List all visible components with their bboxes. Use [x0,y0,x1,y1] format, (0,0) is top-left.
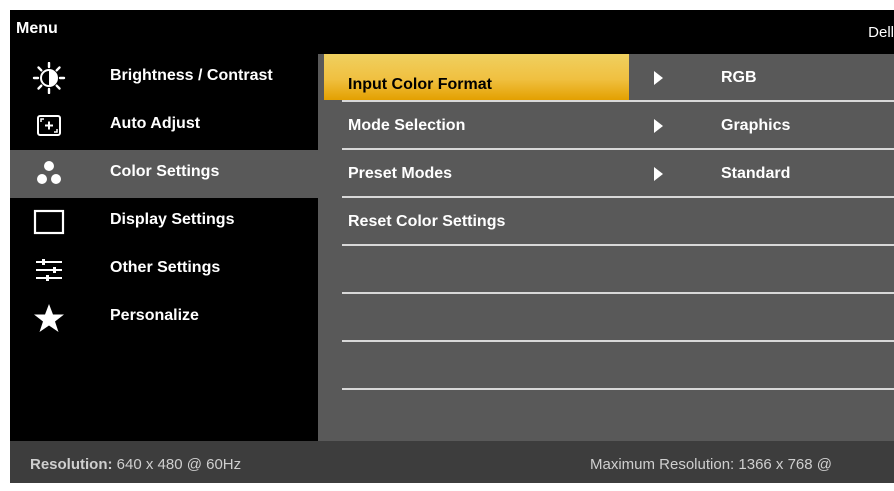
monitor-osd-screenshot: Menu Dell Brightness / Contrast Auto Adj… [0,0,894,491]
auto-adjust-icon [32,110,66,142]
row-value: RGB [721,69,757,86]
sidebar-item-label: Brightness / Contrast [110,67,273,84]
resolution-value: 640 x 480 @ 60Hz [116,456,242,473]
sliders-icon [32,254,66,286]
row-mode-selection[interactable]: Mode Selection Graphics [318,102,894,150]
chevron-right-icon [654,71,663,85]
title-bar: Menu Dell [10,10,894,54]
sidebar-item-brightness-contrast[interactable]: Brightness / Contrast [10,54,318,102]
row-label: Mode Selection [348,117,466,134]
osd-menu: Menu Dell Brightness / Contrast Auto Adj… [10,10,894,483]
row-value: Standard [721,165,791,182]
row-empty [318,246,894,294]
sidebar-item-label: Auto Adjust [110,115,201,132]
sidebar-item-label: Personalize [110,307,199,324]
row-reset-color-settings[interactable]: Reset Color Settings [318,198,894,246]
submenu-panel: Input Color Format RGB Mode Selection Gr… [318,54,894,441]
row-label: Input Color Format [348,76,492,93]
sidebar-item-personalize[interactable]: Personalize [10,294,318,342]
max-resolution: Maximum Resolution: 1366 x 768 @ [590,456,833,473]
row-empty [318,294,894,342]
row-empty [318,342,894,390]
status-footer: Resolution: 640 x 480 @ 60Hz Maximum Res… [10,441,894,483]
row-input-color-format[interactable]: Input Color Format RGB [318,54,894,102]
display-icon [32,206,66,238]
row-label: Preset Modes [348,165,453,182]
resolution-label: Resolution: [30,456,113,473]
sidebar-item-other-settings[interactable]: Other Settings [10,246,318,294]
sidebar-item-auto-adjust[interactable]: Auto Adjust [10,102,318,150]
color-dots-icon [32,158,66,190]
chevron-right-icon [654,167,663,181]
sidebar: Brightness / Contrast Auto Adjust Color … [10,54,318,441]
sidebar-item-label: Color Settings [110,163,220,180]
resolution-readout: Resolution: 640 x 480 @ 60Hz [30,456,241,473]
sidebar-item-display-settings[interactable]: Display Settings [10,198,318,246]
brightness-icon [32,62,66,94]
row-preset-modes[interactable]: Preset Modes Standard [318,150,894,198]
chevron-right-icon [654,119,663,133]
row-value: Graphics [721,117,791,134]
sidebar-item-color-settings[interactable]: Color Settings [10,150,318,198]
row-label: Reset Color Settings [348,213,506,230]
sidebar-item-label: Display Settings [110,211,235,228]
menu-title: Menu [16,20,58,37]
brand-label: Dell [868,24,894,41]
row-divider [342,388,894,390]
sidebar-item-label: Other Settings [110,259,221,276]
star-icon [32,302,66,334]
